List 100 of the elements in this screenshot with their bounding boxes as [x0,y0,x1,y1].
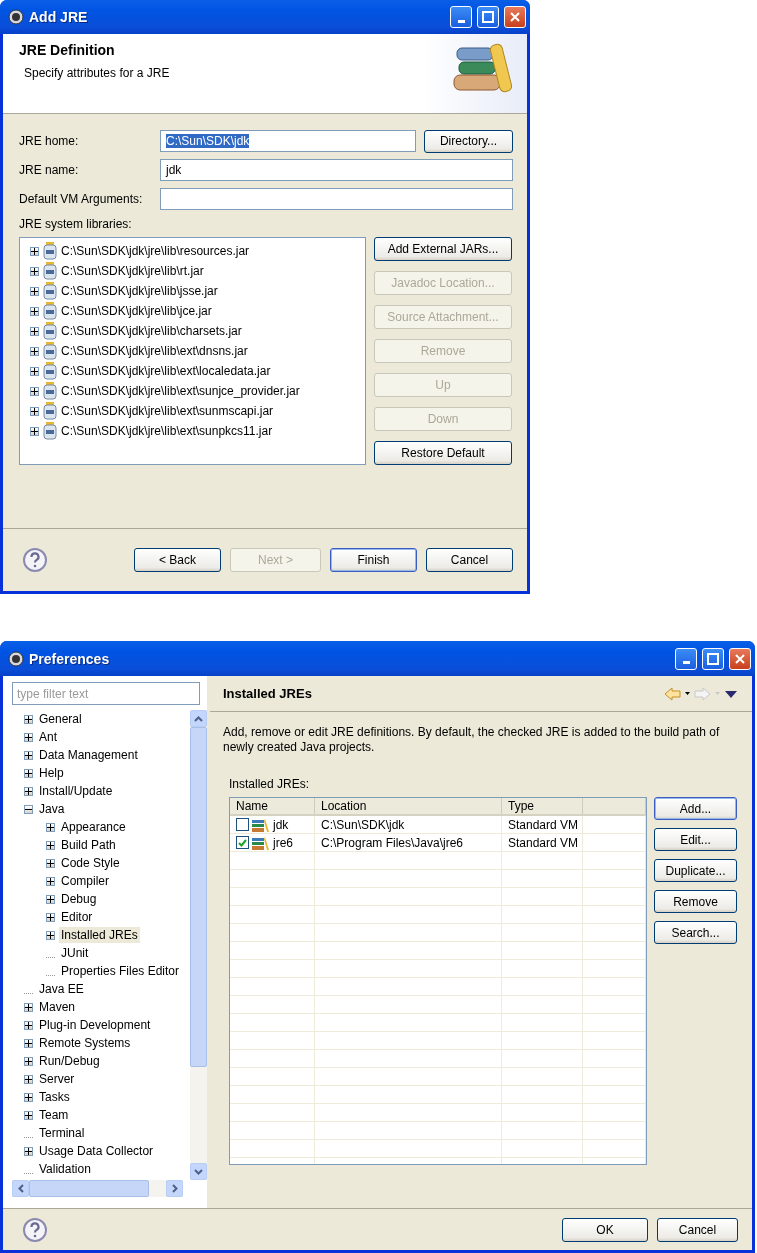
action-button[interactable]: Add... [654,797,737,820]
tree-item[interactable]: Compiler [59,873,111,889]
expander-icon[interactable] [24,732,33,742]
wizard-button[interactable]: Cancel [426,548,513,572]
column-header[interactable]: Name [230,798,315,814]
scrollbar[interactable] [12,1180,183,1197]
expander-icon[interactable] [30,346,39,356]
dialog-button[interactable]: OK [562,1217,648,1242]
wizard-button[interactable]: Finish [330,548,417,572]
expander-icon[interactable] [24,750,33,760]
expander-icon[interactable] [46,840,55,850]
tree-item[interactable]: JUnit [59,945,91,961]
maximize-button[interactable] [477,6,499,28]
action-button[interactable]: Remove [654,890,737,913]
tree-item[interactable]: Java [37,801,67,817]
tree-item[interactable]: C:\Sun\SDK\jdk\jre\lib\ext\localedata.jar [61,364,271,378]
expander-icon[interactable] [24,1002,33,1012]
expander-icon[interactable] [30,286,39,296]
action-button[interactable]: Edit... [654,828,737,851]
tree-item[interactable]: Build Path [59,837,118,853]
tree-item[interactable]: Installed JREs [59,927,140,943]
tree-item[interactable]: Plug-in Development [37,1017,153,1033]
tree-item[interactable]: Java EE [37,981,86,997]
expander-icon[interactable] [30,266,39,276]
tree-item[interactable]: Usage Data Collector [37,1143,156,1159]
expander-icon[interactable] [24,786,33,796]
text-field[interactable]: C:\Sun\SDK\jdk [160,130,416,152]
expander-icon[interactable] [46,858,55,868]
expander-icon[interactable] [24,1110,33,1120]
tree-item[interactable]: C:\Sun\SDK\jdk\jre\lib\ext\sunjce_provider.jar [61,384,300,398]
tree-item[interactable]: C:\Sun\SDK\jdk\jre\lib\ext\dnsns.jar [61,344,248,358]
expander-icon[interactable] [46,912,55,922]
expander-icon[interactable] [24,1056,33,1066]
tree-item[interactable]: Team [37,1107,71,1123]
tree-item[interactable]: Properties Files Editor [59,963,182,979]
tree-item[interactable]: Run/Debug [37,1053,102,1069]
dialog-button[interactable]: Cancel [657,1217,738,1242]
expander-icon[interactable] [30,306,39,316]
expander-icon[interactable] [24,804,33,814]
tree-item[interactable]: Server [37,1071,77,1087]
minimize-button[interactable] [450,6,472,28]
close-button[interactable] [504,6,526,28]
tree-item[interactable]: Appearance [59,819,128,835]
tree-item[interactable]: C:\Sun\SDK\jdk\jre\lib\jsse.jar [61,284,218,298]
expander-icon[interactable] [24,1146,33,1156]
checkbox[interactable] [236,836,249,849]
expander-icon[interactable] [30,246,39,256]
expander-icon[interactable] [30,406,39,416]
tree-item[interactable]: Data Management [37,747,140,763]
tree-item[interactable]: Remote Systems [37,1035,133,1051]
action-button[interactable]: Search... [654,921,737,944]
expander-icon[interactable] [30,426,39,436]
text-field[interactable] [160,188,513,210]
table-label: Installed JREs: [229,777,311,791]
text-field[interactable]: jdk [160,159,513,181]
tree-item[interactable]: C:\Sun\SDK\jdk\jre\lib\jce.jar [61,304,212,318]
tree-item[interactable]: Install/Update [37,783,115,799]
expander-icon[interactable] [46,930,55,940]
minimize-button[interactable] [675,647,697,670]
tree-item[interactable]: C:\Sun\SDK\jdk\jre\lib\ext\sunpkcs11.jar [61,424,273,438]
expander-icon[interactable] [24,1074,33,1084]
close-button[interactable] [729,647,751,670]
action-button[interactable]: Restore Default [374,441,512,465]
tree-item[interactable]: Validation [37,1161,93,1177]
tree-item[interactable]: Editor [59,909,95,925]
expander-icon[interactable] [30,326,39,336]
tree-item[interactable]: General [37,711,84,727]
expander-icon[interactable] [24,1092,33,1102]
scrollbar[interactable] [190,710,207,1180]
back-arrow-icon [664,686,690,701]
expander-icon[interactable] [24,714,33,724]
action-button[interactable]: Duplicate... [654,859,737,882]
expander-icon[interactable] [46,876,55,886]
tree-item[interactable]: C:\Sun\SDK\jdk\jre\lib\rt.jar [61,264,204,278]
expander-icon[interactable] [46,894,55,904]
directory-button[interactable]: Directory... [424,129,513,153]
wizard-button[interactable]: < Back [134,548,221,572]
tree-item[interactable]: Debug [59,891,99,907]
tree-item[interactable]: Ant [37,729,59,745]
expander-icon[interactable] [24,1020,33,1030]
expander-icon[interactable] [30,386,39,396]
column-header[interactable]: Type [502,798,583,814]
tree-item[interactable]: C:\Sun\SDK\jdk\jre\lib\ext\sunmscapi.jar [61,404,274,418]
gear-icon [8,9,24,25]
expander-icon[interactable] [24,1038,33,1048]
maximize-button[interactable] [702,647,724,670]
tree-item[interactable]: Terminal [37,1125,87,1141]
tree-item[interactable]: C:\Sun\SDK\jdk\jre\lib\charsets.jar [61,324,242,338]
column-header[interactable]: Location [315,798,502,814]
tree-item[interactable]: Maven [37,999,78,1015]
tree-item[interactable]: Code Style [59,855,122,871]
tree-item[interactable]: C:\Sun\SDK\jdk\jre\lib\resources.jar [61,244,250,258]
expander-icon[interactable] [24,768,33,778]
expander-icon[interactable] [46,822,55,832]
checkbox[interactable] [236,818,249,831]
action-button[interactable]: Add External JARs... [374,237,512,261]
tree-item[interactable]: Tasks [37,1089,72,1105]
filter-field[interactable]: type filter text [12,682,200,705]
expander-icon[interactable] [30,366,39,376]
tree-item[interactable]: Help [37,765,66,781]
